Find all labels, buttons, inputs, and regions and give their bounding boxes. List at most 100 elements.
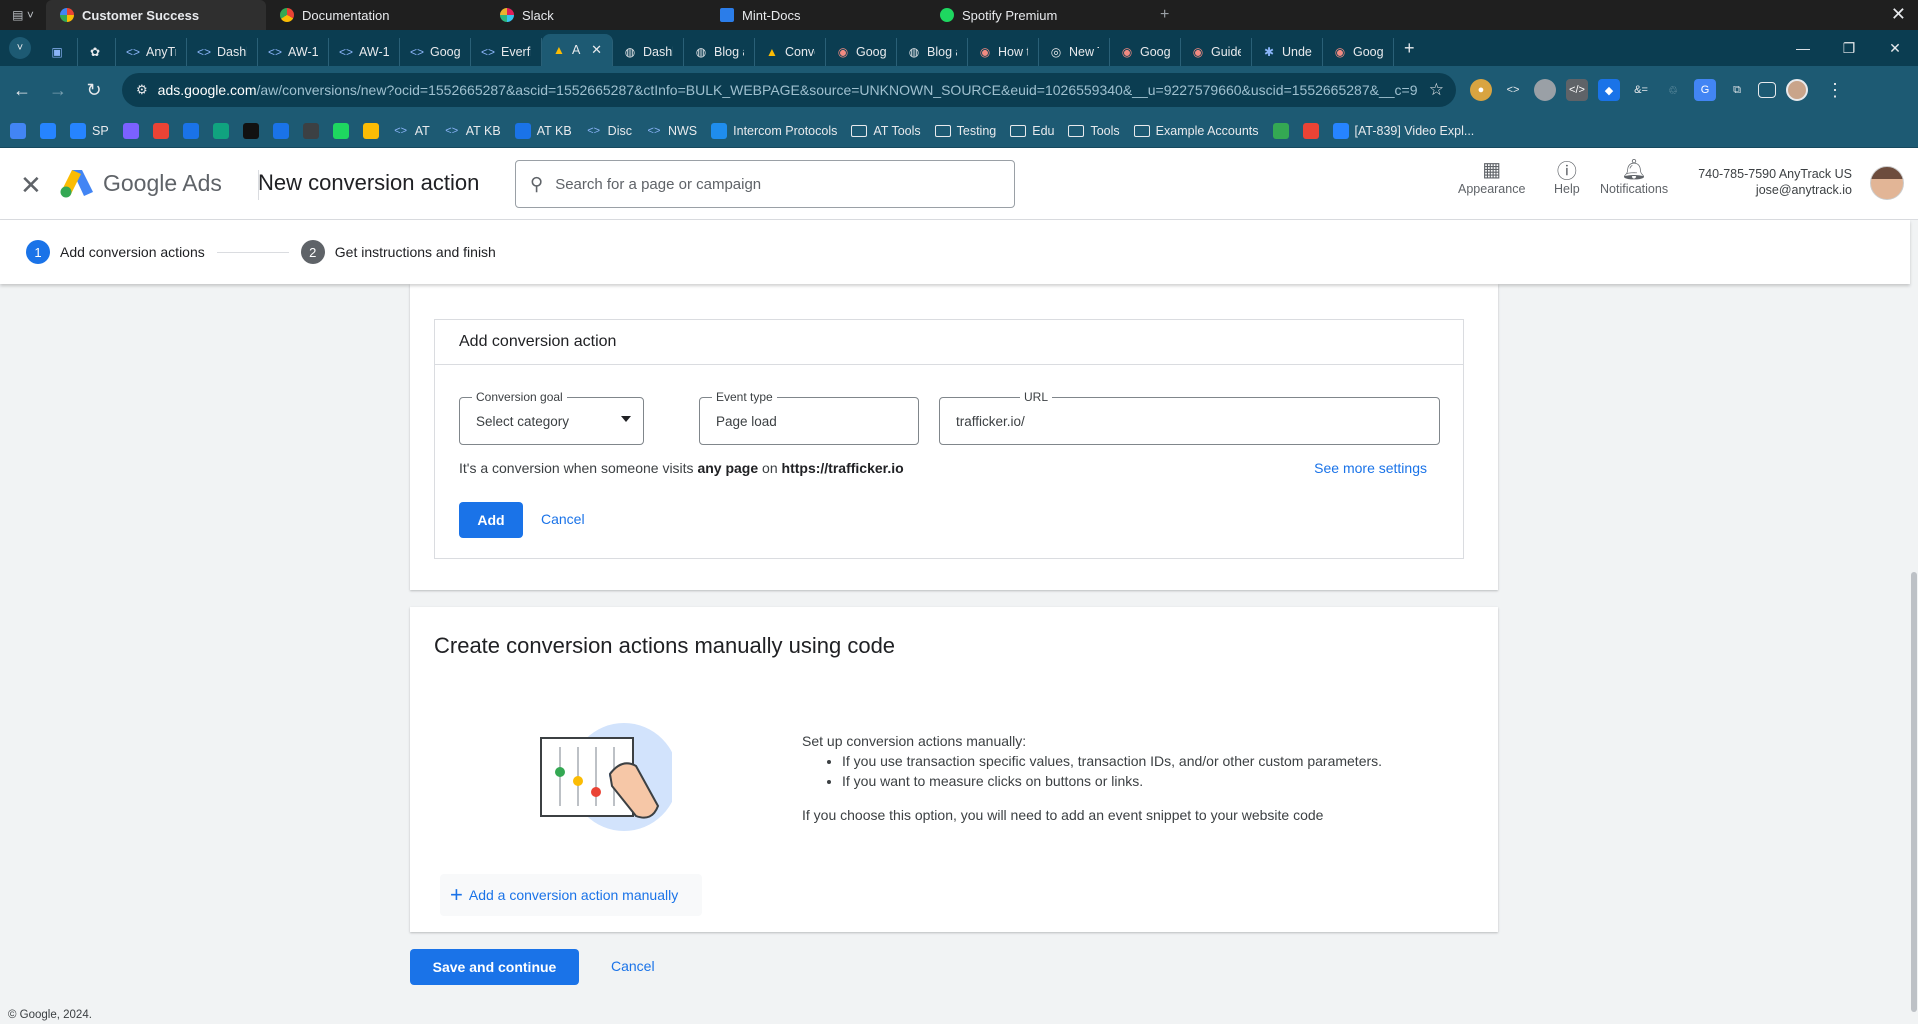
cookie-extension-icon[interactable]: ● <box>1470 79 1492 101</box>
save-and-continue-button[interactable]: Save and continue <box>410 949 579 985</box>
browser-tab[interactable]: ▲ Conver <box>755 38 826 66</box>
profile-avatar[interactable] <box>1786 79 1808 101</box>
devtools-extension-icon[interactable]: </> <box>1566 79 1588 101</box>
browser-tab[interactable]: ◉ Google <box>1110 38 1181 66</box>
browser-tab[interactable]: <> AW-114 <box>329 38 400 66</box>
browser-tab[interactable]: <> Dashbo <box>187 38 258 66</box>
window-tab-customer-success[interactable]: Customer Success <box>46 0 266 30</box>
search-input[interactable] <box>555 175 976 193</box>
account-info[interactable]: 740-785-7590 AnyTrack US jose@anytrack.i… <box>1698 166 1852 198</box>
bookmark-item[interactable]: <> Disc <box>586 123 632 139</box>
bookmark-item[interactable]: <> AT KB <box>444 123 500 139</box>
bookmark-label: AT <box>414 123 430 138</box>
event-type-field[interactable]: Event type Page load <box>699 390 919 445</box>
bookmark-item[interactable] <box>362 122 379 139</box>
bookmark-item[interactable]: <> AT <box>393 123 430 139</box>
cancel-button[interactable]: Cancel <box>611 958 655 974</box>
bookmark-item[interactable] <box>1302 122 1319 139</box>
browser-tab[interactable]: ◉ How to <box>968 38 1039 66</box>
close-icon[interactable]: ✕ <box>1872 40 1918 57</box>
bookmark-item[interactable] <box>242 122 259 139</box>
cancel-link[interactable]: Cancel <box>541 511 585 527</box>
close-tab-icon[interactable]: ✕ <box>591 42 602 58</box>
new-window-tab-button[interactable]: + <box>1146 6 1183 24</box>
recycle-extension-icon[interactable]: ♲ <box>1662 79 1684 101</box>
browser-tab[interactable]: <> AnyTrac <box>116 38 187 66</box>
bookmark-item[interactable] <box>272 122 289 139</box>
bookmark-item[interactable]: [AT-839] Video Expl... <box>1332 122 1474 139</box>
bookmark-item[interactable] <box>1272 122 1289 139</box>
window-tab-slack[interactable]: Slack <box>486 0 706 30</box>
browser-tab[interactable]: ◍ Blog ab <box>684 38 755 66</box>
appearance-button[interactable]: ▦ Appearance <box>1458 156 1525 197</box>
close-icon[interactable]: ✕ <box>20 170 42 201</box>
bookmark-item[interactable]: Testing <box>934 124 996 138</box>
see-more-settings-link[interactable]: See more settings <box>1314 460 1427 476</box>
puzzle-extensions-icon[interactable]: ⧉ <box>1726 79 1748 101</box>
add-conversion-manually-button[interactable]: + Add a conversion action manually <box>440 874 702 916</box>
new-tab-button[interactable]: + <box>1394 38 1425 59</box>
bookmark-item[interactable]: Edu <box>1010 124 1054 138</box>
bookmark-item[interactable]: Intercom Protocols <box>711 122 837 139</box>
tag-extension-icon[interactable]: ◆ <box>1598 79 1620 101</box>
browser-tab[interactable]: ◎ New Ta <box>1039 38 1110 66</box>
browser-tab[interactable]: ◉ Guide: I <box>1181 38 1252 66</box>
browser-tab[interactable]: ◉ Google <box>826 38 897 66</box>
bookmark-item[interactable] <box>40 122 56 139</box>
side-panel-icon[interactable] <box>1758 82 1776 98</box>
add-button[interactable]: Add <box>459 502 523 538</box>
browser-tab[interactable]: <> Everflov <box>471 38 542 66</box>
browser-tab[interactable]: ✿ <box>78 38 116 66</box>
site-info-icon[interactable]: ⚙ <box>136 82 148 98</box>
scrollbar-thumb[interactable] <box>1911 572 1917 1012</box>
back-icon[interactable]: ← <box>4 80 40 101</box>
browser-tab[interactable]: ◍ Blog ab <box>897 38 968 66</box>
translate-extension-icon[interactable]: G <box>1694 79 1716 101</box>
bookmark-item[interactable] <box>332 122 349 139</box>
face-extension-icon[interactable] <box>1534 79 1556 101</box>
close-window-icon[interactable]: ✕ <box>1891 4 1906 25</box>
window-menu-icon[interactable]: ▤ ˅ <box>0 0 46 30</box>
bookmark-item[interactable] <box>10 122 26 139</box>
bookmark-item[interactable]: <> NWS <box>646 123 698 139</box>
bookmark-item[interactable] <box>302 122 319 139</box>
window-tab-spotify[interactable]: Spotify Premium <box>926 0 1146 30</box>
address-bar[interactable]: ⚙ ads.google.com/aw/conversions/new?ocid… <box>122 73 1456 107</box>
search-box[interactable]: ⚲ <box>515 160 1015 208</box>
browser-tab[interactable]: ▣ <box>40 38 78 66</box>
bookmark-item[interactable]: AT KB <box>514 122 572 139</box>
minimize-icon[interactable]: — <box>1780 40 1826 56</box>
restore-icon[interactable]: ❐ <box>1826 40 1872 57</box>
more-menu-icon[interactable]: ⋮ <box>1818 80 1844 101</box>
browser-tab[interactable]: ▲ Any ✕ <box>542 34 613 66</box>
bookmark-item[interactable] <box>212 122 229 139</box>
forward-icon[interactable]: → <box>40 80 76 101</box>
browser-tab[interactable]: ◍ Dashbo <box>613 38 684 66</box>
browser-tab[interactable]: ◉ Google <box>1323 38 1394 66</box>
notifications-button[interactable]: 🔔︎ Notifications <box>1600 156 1668 197</box>
bookmark-item[interactable] <box>182 122 199 139</box>
page-scrollbar[interactable] <box>1910 220 1918 1024</box>
reload-icon[interactable]: ↻ <box>76 80 112 101</box>
url-text[interactable]: ads.google.com/aw/conversions/new?ocid=1… <box>158 82 1417 98</box>
browser-tab[interactable]: <> AW-114 <box>258 38 329 66</box>
help-button[interactable]: ⓘ Help <box>1554 156 1580 197</box>
code-extension-icon[interactable]: <> <box>1502 79 1524 101</box>
html-extension-icon[interactable]: &= <box>1630 79 1652 101</box>
bookmark-item[interactable]: SP <box>70 122 109 139</box>
window-tab-mint-docs[interactable]: Mint-Docs <box>706 0 926 30</box>
field-value[interactable]: trafficker.io/ <box>956 414 1025 429</box>
browser-tab[interactable]: ✱ Unders <box>1252 38 1323 66</box>
browser-tab[interactable]: <> Google <box>400 38 471 66</box>
bookmark-item[interactable] <box>122 122 139 139</box>
window-tab-documentation[interactable]: Documentation <box>266 0 486 30</box>
bookmark-item[interactable]: Example Accounts <box>1133 124 1259 138</box>
url-field[interactable]: URL trafficker.io/ <box>939 390 1440 445</box>
tab-search-button[interactable]: ˅ <box>0 30 40 66</box>
bookmark-star-icon[interactable]: ☆ <box>1417 80 1456 100</box>
bookmark-item[interactable]: Tools <box>1068 124 1120 138</box>
avatar[interactable] <box>1870 166 1904 200</box>
bookmark-item[interactable]: AT Tools <box>851 124 921 138</box>
conversion-goal-select[interactable]: Conversion goal Select category <box>459 390 644 445</box>
bookmark-item[interactable] <box>152 122 169 139</box>
